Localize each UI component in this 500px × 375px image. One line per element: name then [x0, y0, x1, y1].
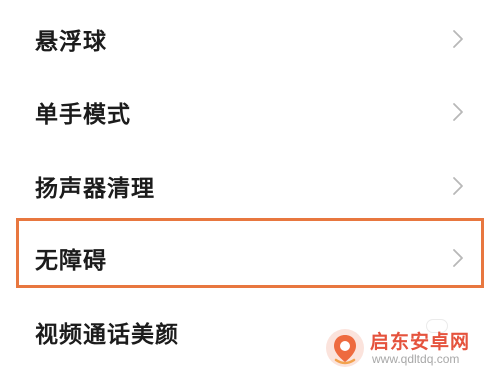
location-pin-logo-icon [324, 327, 366, 369]
settings-item-label: 悬浮球 [35, 29, 107, 55]
chevron-right-icon [452, 29, 464, 49]
settings-item-floating-ball[interactable]: 悬浮球 [0, 2, 500, 76]
settings-item-label: 扬声器清理 [35, 176, 155, 202]
watermark-url: www.qdltdq.com [372, 352, 460, 366]
chevron-right-icon [452, 248, 464, 268]
watermark-title: 启东安卓网 [370, 331, 471, 353]
settings-item-one-handed-mode[interactable]: 单手模式 [0, 75, 500, 149]
settings-item-label: 无障碍 [35, 248, 107, 274]
settings-item-accessibility[interactable]: 无障碍 [0, 221, 500, 295]
watermark: 启东安卓网 www.qdltdq.com [324, 325, 494, 371]
settings-item-label: 单手模式 [35, 102, 131, 128]
settings-item-speaker-cleaning[interactable]: 扬声器清理 [0, 149, 500, 223]
settings-item-label: 视频通话美颜 [35, 322, 179, 348]
settings-list: 悬浮球 单手模式 扬声器清理 无障碍 视频通话美颜 [0, 0, 500, 375]
chevron-right-icon [452, 102, 464, 122]
chevron-right-icon [452, 176, 464, 196]
